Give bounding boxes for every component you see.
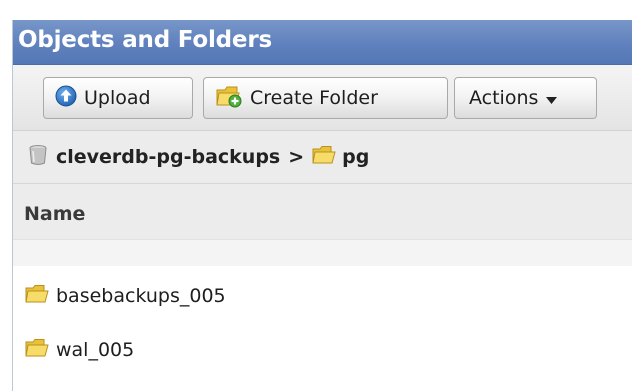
bucket-icon: [28, 144, 48, 171]
toolbar: Upload Create Folder Actions: [13, 65, 632, 131]
folder-icon: [25, 338, 49, 363]
panel-title: Objects and Folders: [18, 27, 272, 53]
folder-icon: [25, 284, 49, 309]
list-item-name[interactable]: basebackups_005: [56, 285, 226, 307]
actions-dropdown-button[interactable]: Actions: [454, 77, 597, 119]
list-item-name[interactable]: wal_005: [56, 339, 134, 361]
header-divider: [13, 239, 632, 266]
column-header-name[interactable]: Name: [24, 203, 85, 225]
table-header: Name: [13, 184, 632, 266]
objects-and-folders-panel: Objects and Folders Upload Create Folder…: [12, 20, 632, 391]
create-folder-button[interactable]: Create Folder: [203, 77, 448, 119]
list-item[interactable]: basebackups_005: [13, 274, 632, 318]
list-item[interactable]: wal_005: [13, 328, 632, 372]
upload-icon: [55, 85, 77, 112]
new-folder-icon: [215, 84, 243, 113]
breadcrumb-current-folder: pg: [342, 146, 370, 168]
folder-icon: [312, 145, 336, 170]
upload-button[interactable]: Upload: [43, 77, 193, 119]
breadcrumb-bucket-link[interactable]: cleverdb-pg-backups: [56, 146, 280, 168]
panel-title-bar: Objects and Folders: [13, 20, 632, 65]
caret-down-icon: [546, 87, 558, 109]
breadcrumb-separator: >: [288, 146, 305, 168]
upload-button-label: Upload: [84, 87, 151, 109]
actions-button-label: Actions: [469, 87, 539, 109]
create-folder-button-label: Create Folder: [250, 87, 378, 109]
breadcrumb: cleverdb-pg-backups > pg: [13, 131, 632, 184]
